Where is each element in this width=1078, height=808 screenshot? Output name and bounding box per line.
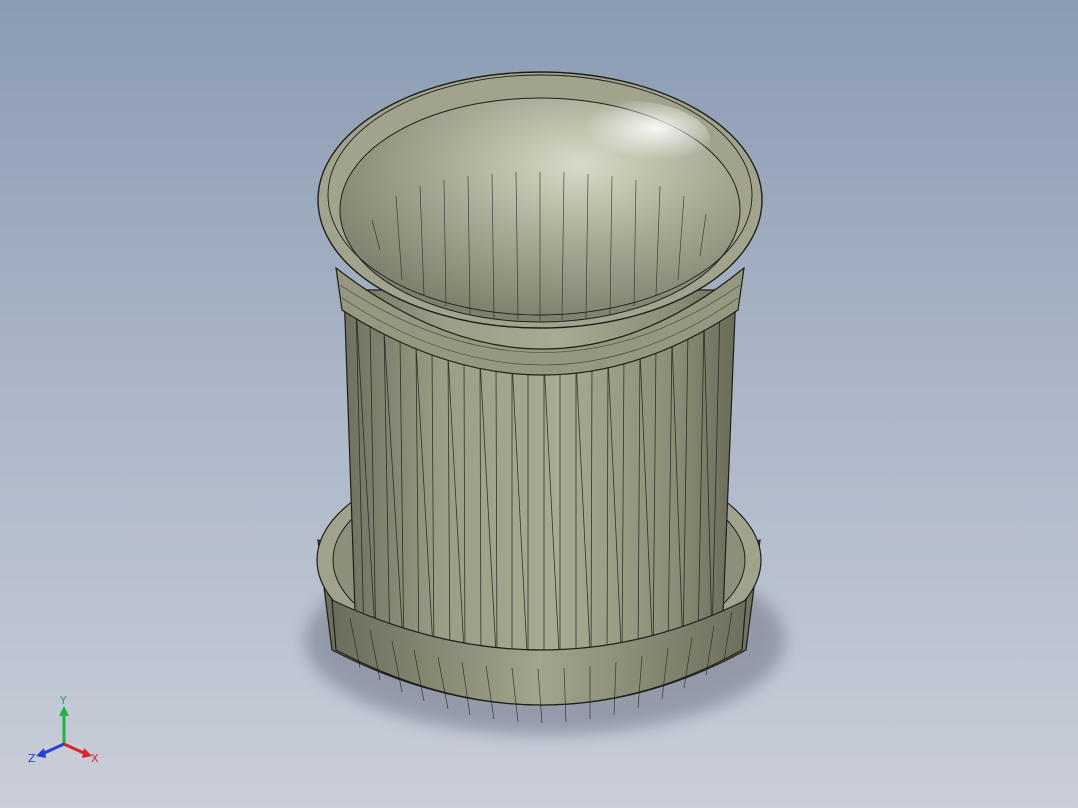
z-axis-label: Z: [28, 752, 36, 765]
y-axis-label: Y: [59, 694, 67, 707]
graphics-viewport[interactable]: Y X Z: [0, 0, 1078, 808]
cup-mesh-model[interactable]: [0, 0, 1078, 808]
x-axis-label: X: [91, 752, 99, 765]
y-axis-arrow: [59, 706, 69, 716]
rim-highlight: [530, 100, 710, 180]
view-orientation-triad: Y X Z: [28, 694, 99, 765]
